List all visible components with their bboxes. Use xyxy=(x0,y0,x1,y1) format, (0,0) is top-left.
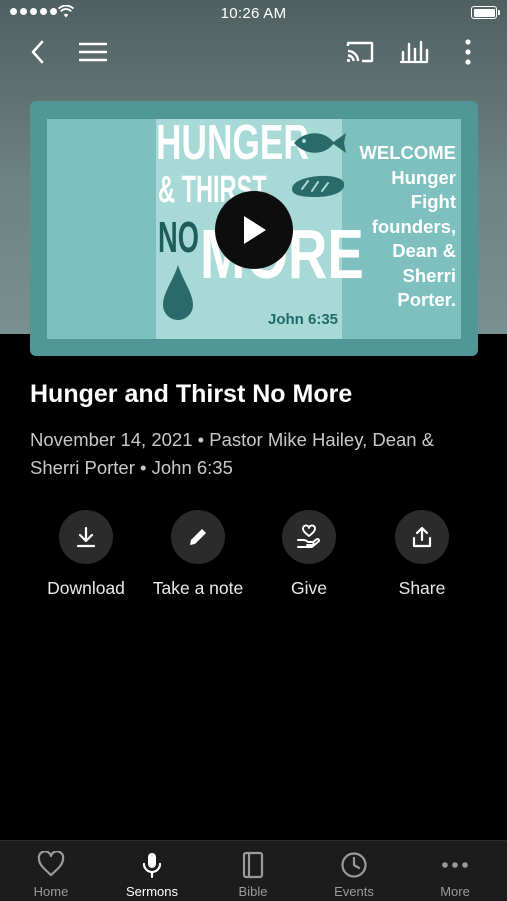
pencil-icon xyxy=(190,529,206,545)
sermon-meta: November 14, 2021 • Pastor Mike Hailey, … xyxy=(30,429,435,478)
artwork-scripture-text: John 6:35 xyxy=(268,311,339,328)
cast-icon xyxy=(346,41,374,63)
tab-more[interactable]: More xyxy=(405,841,505,901)
artwork-welcome-text: WELCOME Hunger Fight founders, Dean & Sh… xyxy=(359,142,456,310)
tab-events[interactable]: Events xyxy=(304,841,404,901)
tab-sermons[interactable]: Sermons xyxy=(102,841,202,901)
battery-icon xyxy=(471,6,500,19)
chevron-left-icon xyxy=(31,40,44,64)
download-icon xyxy=(76,526,96,548)
tab-home-label: Home xyxy=(33,884,69,899)
give-circle xyxy=(282,510,336,564)
share-circle xyxy=(395,510,449,564)
tab-more-label: More xyxy=(440,884,470,899)
menu-button[interactable] xyxy=(77,36,109,68)
artwork-no-text: NO xyxy=(158,213,199,262)
tab-bible-label: Bible xyxy=(238,884,268,899)
status-time: 10:26 AM xyxy=(220,5,287,22)
ellipsis-icon xyxy=(442,862,468,868)
share-button[interactable]: Share xyxy=(352,510,492,599)
more-options-button[interactable] xyxy=(452,36,484,68)
tab-bar: Home Sermons Bible Events More xyxy=(0,840,507,901)
tab-bible[interactable]: Bible xyxy=(203,841,303,901)
vertical-dots-icon xyxy=(465,39,471,65)
tab-home[interactable]: Home xyxy=(1,841,101,901)
take-note-circle xyxy=(171,510,225,564)
status-bar: 10:26 AM xyxy=(0,0,507,28)
sermon-artwork[interactable]: HUNGER & THIRST NO MORE WELCOME Hunger F… xyxy=(30,101,478,356)
cast-button[interactable] xyxy=(344,36,376,68)
book-icon xyxy=(242,851,264,879)
action-row: Download Take a note Give Share xyxy=(0,510,507,610)
share-label: Share xyxy=(398,578,446,598)
artwork-hunger-text: HUNGER xyxy=(156,116,309,170)
tab-events-label: Events xyxy=(334,884,374,899)
tab-sermons-label: Sermons xyxy=(125,884,179,899)
back-button[interactable] xyxy=(22,36,54,68)
audio-levels-button[interactable] xyxy=(398,36,430,68)
play-button[interactable] xyxy=(215,191,293,269)
water-drop-icon xyxy=(163,265,193,320)
download-circle xyxy=(59,510,113,564)
sermon-title: Hunger and Thirst No More xyxy=(30,380,353,408)
hamburger-icon xyxy=(79,42,107,62)
share-icon xyxy=(412,526,432,548)
play-icon xyxy=(244,216,266,244)
hand-heart-icon xyxy=(297,524,320,548)
audio-bars-icon xyxy=(399,40,429,64)
clock-icon xyxy=(341,852,367,878)
heart-icon xyxy=(37,851,65,877)
microphone-icon xyxy=(142,853,162,879)
